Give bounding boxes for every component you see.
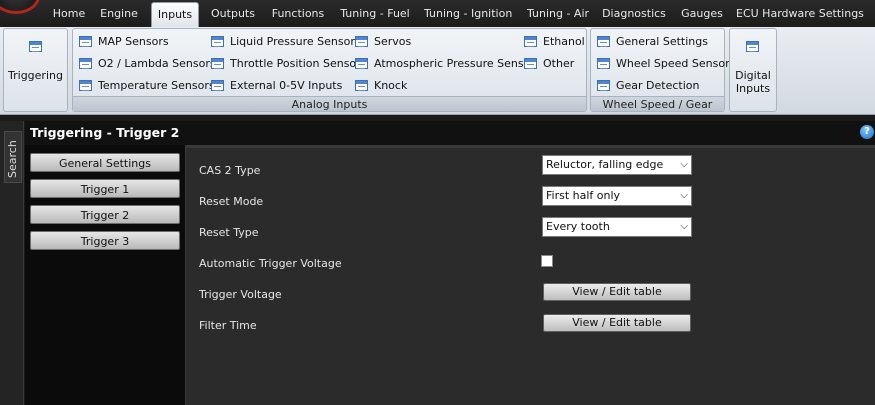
nav-general-settings[interactable]: General Settings [30, 153, 180, 172]
tab-outputs[interactable]: Outputs [206, 4, 260, 24]
document-list-icon [211, 36, 224, 47]
tab-gauges[interactable]: Gauges [678, 4, 726, 24]
cas2-type-value: Reluctor, falling edge [546, 158, 664, 171]
document-list-icon [597, 80, 610, 91]
ribbon-item-label: Gear Detection [616, 79, 700, 92]
reset-type-select[interactable]: Every tooth ⌵ [542, 217, 692, 237]
search-tab-label: Search [6, 140, 19, 178]
gear-detection-button[interactable]: Gear Detection [597, 77, 700, 95]
tab-functions[interactable]: Functions [270, 4, 326, 24]
digital-inputs-label-line2: Inputs [735, 82, 771, 95]
ribbon-item-label: Servos [374, 35, 412, 48]
ribbon-item-label: Knock [374, 79, 408, 92]
document-list-icon [355, 58, 368, 69]
digital-inputs-button[interactable]: Digital Inputs [730, 41, 776, 101]
group-label-wheel-speed-gear: Wheel Speed / Gear [591, 96, 724, 111]
chevron-down-icon: ⌵ [680, 159, 688, 170]
help-icon[interactable]: ? [860, 125, 874, 139]
knock-button[interactable]: Knock [355, 77, 407, 95]
ethanol-button[interactable]: Ethanol [524, 33, 585, 51]
o2-lambda-sensors-button[interactable]: O2 / Lambda Sensors [79, 55, 216, 73]
document-list-icon [524, 36, 537, 47]
ribbon-item-label: Ethanol [543, 35, 585, 48]
ribbon-item-label: Throttle Position Sensor [230, 57, 361, 70]
servos-button[interactable]: Servos [355, 33, 411, 51]
triggering-label: Triggering [8, 69, 63, 82]
trigger-voltage-label: Trigger Voltage [199, 288, 282, 301]
tab-tuning-fuel[interactable]: Tuning - Fuel [339, 4, 411, 24]
ribbon-item-label: External 0-5V Inputs [230, 79, 343, 92]
external-0-5v-inputs-button[interactable]: External 0-5V Inputs [211, 77, 342, 95]
settings-panel: CAS 2 Type Reluctor, falling edge ⌵ Rese… [185, 145, 875, 405]
reset-type-label: Reset Type [199, 226, 259, 239]
triggering-button[interactable]: Triggering [4, 41, 67, 101]
ribbon-item-label: General Settings [616, 35, 708, 48]
search-sidebar: Search [0, 121, 24, 405]
ribbon-group-digital-inputs: Digital Inputs [729, 28, 777, 112]
tab-tuning-ignition[interactable]: Tuning - Ignition [424, 4, 512, 24]
chevron-down-icon: ⌵ [680, 190, 688, 201]
throttle-position-sensor-button[interactable]: Throttle Position Sensor [211, 55, 361, 73]
liquid-pressure-sensors-button[interactable]: Liquid Pressure Sensors [211, 33, 361, 51]
ribbon-item-label: Temperature Sensors [98, 79, 215, 92]
document-list-icon [355, 80, 368, 91]
page-title-bar: Triggering - Trigger 2 ? [25, 121, 875, 145]
document-list-icon [79, 58, 92, 69]
cas2-type-select[interactable]: Reluctor, falling edge ⌵ [542, 155, 692, 175]
ribbon-item-label: Liquid Pressure Sensors [230, 35, 361, 48]
digital-inputs-label-line1: Digital [735, 69, 771, 82]
other-button[interactable]: Other [524, 55, 574, 73]
search-tab[interactable]: Search [4, 131, 22, 183]
tab-inputs[interactable]: Inputs [151, 2, 199, 27]
chevron-down-icon: ⌵ [680, 221, 688, 232]
reset-type-value: Every tooth [546, 220, 610, 233]
tab-diagnostics[interactable]: Diagnostics [602, 4, 666, 24]
document-list-icon [211, 80, 224, 91]
page-title: Triggering - Trigger 2 [30, 125, 180, 140]
ribbon-item-label: Other [543, 57, 575, 70]
document-list-icon [211, 58, 224, 69]
filter-time-edit-button[interactable]: View / Edit table [543, 314, 691, 332]
document-list-icon [79, 36, 92, 47]
document-list-icon [597, 58, 610, 69]
reset-mode-label: Reset Mode [199, 195, 264, 208]
document-list-icon [29, 41, 42, 52]
ribbon-item-label: Wheel Speed Sensor [616, 57, 730, 70]
map-sensors-button[interactable]: MAP Sensors [79, 33, 169, 51]
document-list-icon [524, 58, 537, 69]
temperature-sensors-button[interactable]: Temperature Sensors [79, 77, 215, 95]
main-menu-bar: Home Engine Inputs Outputs Functions Tun… [0, 0, 875, 27]
ribbon-item-label: Atmospheric Pressure Sensor [374, 57, 535, 70]
nav-trigger-3[interactable]: Trigger 3 [30, 231, 180, 250]
ribbon-group-triggering: Triggering [3, 28, 68, 112]
ribbon-group-analog-inputs: MAP Sensors O2 / Lambda Sensors Temperat… [72, 28, 587, 112]
app-logo [0, 0, 40, 14]
document-list-icon [79, 80, 92, 91]
filter-time-label: Filter Time [199, 319, 257, 332]
ribbon-item-label: O2 / Lambda Sensors [98, 57, 216, 70]
auto-trigger-voltage-checkbox[interactable] [541, 255, 553, 267]
reset-mode-value: First half only [546, 189, 621, 202]
ribbon-group-wheel-speed-gear: General Settings Wheel Speed Sensor Gear… [590, 28, 730, 112]
document-list-icon [746, 41, 759, 52]
tab-engine[interactable]: Engine [96, 4, 142, 24]
nav-trigger-2[interactable]: Trigger 2 [30, 205, 180, 224]
ribbon-item-label: MAP Sensors [98, 35, 169, 48]
trigger-voltage-edit-button[interactable]: View / Edit table [543, 283, 691, 301]
reset-mode-select[interactable]: First half only ⌵ [542, 186, 692, 206]
document-list-icon [597, 36, 610, 47]
atmospheric-pressure-sensor-button[interactable]: Atmospheric Pressure Sensor [355, 55, 535, 73]
ribbon-toolbar: Triggering MAP Sensors O2 / Lambda Senso… [0, 27, 875, 115]
wheel-general-settings-button[interactable]: General Settings [597, 33, 708, 51]
tab-home[interactable]: Home [48, 4, 90, 24]
tab-tuning-air[interactable]: Tuning - Air [525, 4, 591, 24]
cas2-type-label: CAS 2 Type [199, 164, 261, 177]
auto-trigger-voltage-label: Automatic Trigger Voltage [199, 257, 342, 270]
trigger-nav-panel: General Settings Trigger 1 Trigger 2 Tri… [25, 145, 185, 405]
tab-ecu-hardware-settings[interactable]: ECU Hardware Settings [736, 4, 864, 24]
document-list-icon [355, 36, 368, 47]
group-label-analog-inputs: Analog Inputs [73, 96, 586, 111]
wheel-speed-sensor-button[interactable]: Wheel Speed Sensor [597, 55, 730, 73]
nav-trigger-1[interactable]: Trigger 1 [30, 179, 180, 198]
